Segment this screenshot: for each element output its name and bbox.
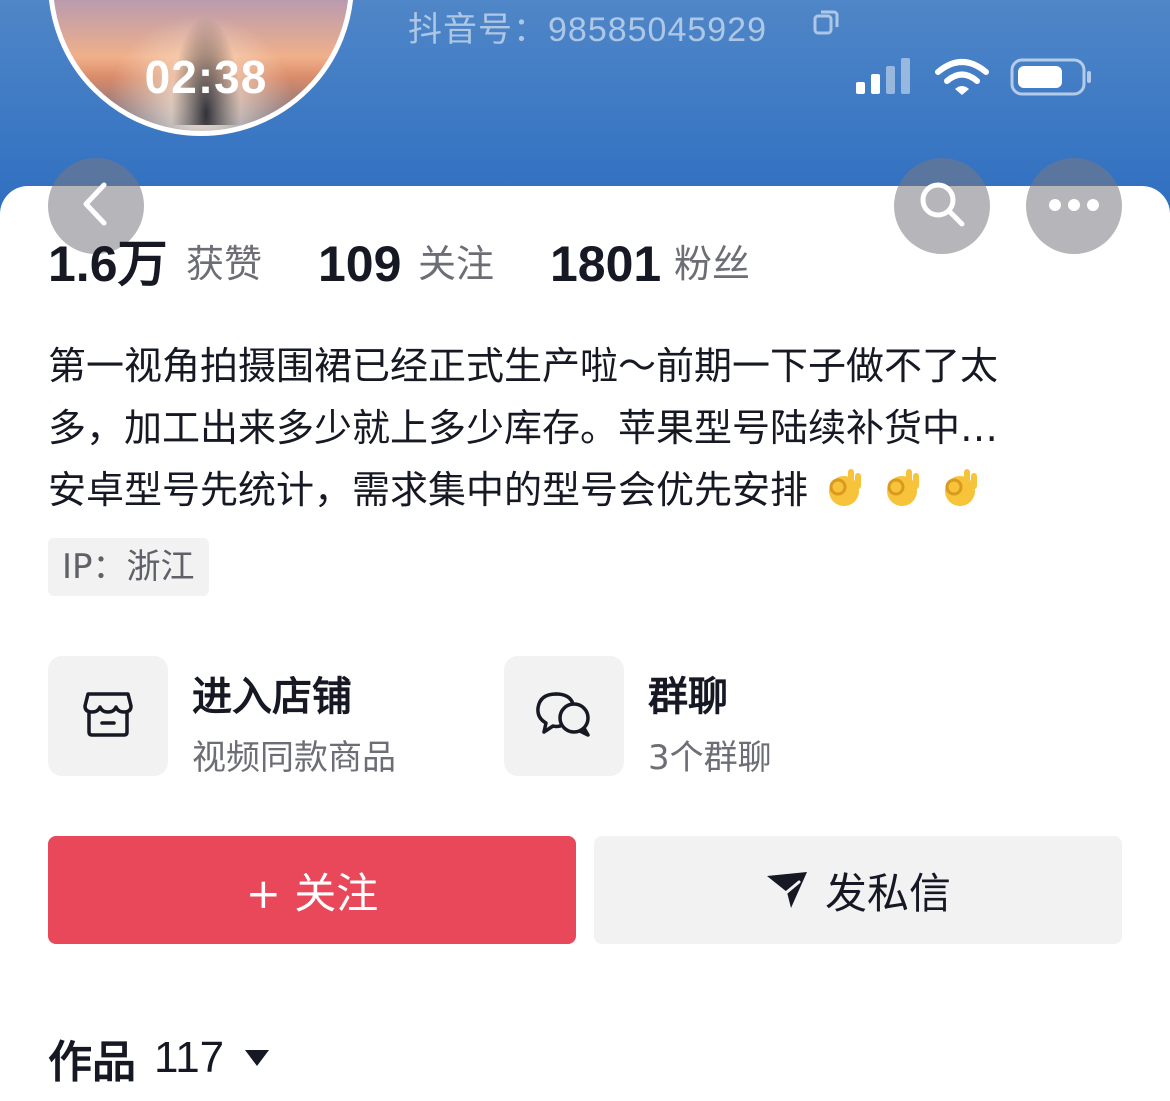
- message-button-label: 发私信: [824, 868, 951, 918]
- works-count: 117: [154, 1033, 225, 1082]
- shop-icon-box: [48, 656, 168, 776]
- more-icon: [1048, 197, 1100, 216]
- likes-label: 获赞: [186, 242, 263, 286]
- douyin-id: 抖音号：98585045929: [408, 11, 768, 49]
- fans-count: 1801: [550, 236, 662, 292]
- follow-button-label: + 关注: [245, 868, 379, 918]
- profile-content-sheet: [0, 186, 1170, 1101]
- send-icon: [765, 870, 809, 910]
- search-button[interactable]: [894, 158, 990, 254]
- bio-line-3-text: 安卓型号先统计，需求集中的型号会优先安排: [48, 468, 809, 512]
- wifi-icon: [934, 58, 990, 102]
- shop-entry-subtitle: 视频同款商品: [192, 738, 396, 778]
- battery-icon: [1010, 58, 1094, 100]
- group-chat-icon-box: [504, 656, 624, 776]
- group-chat-entry-title: 群聊: [648, 674, 728, 720]
- works-tab[interactable]: 作品 117: [48, 1026, 270, 1090]
- bio-line-1: 第一视角拍摄围裙已经正式生产啦～前期一下子做不了太: [48, 344, 999, 388]
- search-icon: [916, 178, 968, 234]
- group-chat-icon: [534, 690, 594, 742]
- follow-button[interactable]: + 关注: [48, 836, 576, 944]
- fans-label: 粉丝: [674, 242, 751, 286]
- profile-bio: 第一视角拍摄围裙已经正式生产啦～前期一下子做不了太 多，加工出来多少就上多少库存…: [48, 335, 1128, 521]
- ok-hand-emoji-icon: [938, 465, 982, 509]
- dropdown-arrow-icon: [244, 1049, 270, 1067]
- store-icon: [82, 690, 134, 742]
- ok-hand-emoji-icon: [822, 465, 866, 509]
- following-count: 109: [318, 236, 402, 292]
- back-icon: [76, 181, 116, 231]
- ip-location-tag: IP：浙江: [48, 538, 209, 596]
- message-button[interactable]: 发私信: [594, 836, 1122, 944]
- following-label: 关注: [418, 242, 495, 286]
- group-chat-entry-subtitle: 3个群聊: [648, 738, 772, 778]
- signal-icon: [856, 56, 916, 100]
- bio-line-2: 多，加工出来多少就上多少库存。苹果型号陆续补货中…: [48, 406, 999, 450]
- shop-entry-title: 进入店铺: [192, 674, 352, 720]
- ok-hand-emoji-icon: [880, 465, 924, 509]
- likes-count: 1.6万: [48, 236, 168, 292]
- avatar-time-overlay: 02:38: [144, 51, 268, 103]
- more-button[interactable]: [1026, 158, 1122, 254]
- copy-icon[interactable]: [812, 8, 840, 40]
- works-label: 作品: [48, 1037, 136, 1088]
- bio-line-3: 安卓型号先统计，需求集中的型号会优先安排: [48, 459, 1128, 521]
